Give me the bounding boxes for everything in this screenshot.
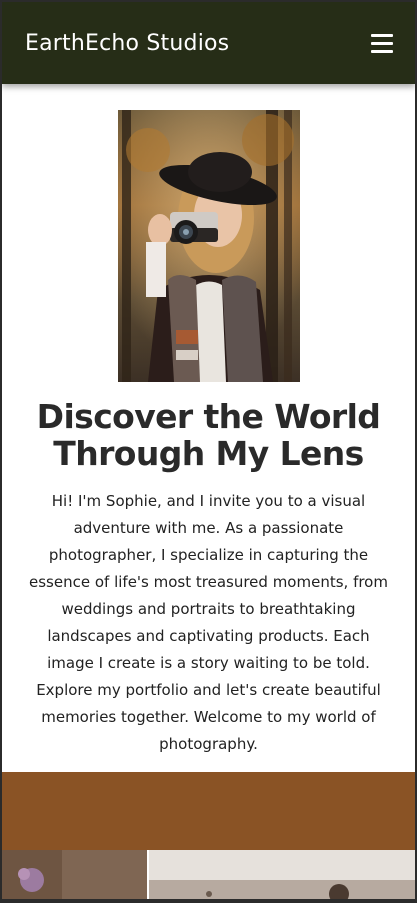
page: EarthEcho Studios Discover the World Thr…: [2, 2, 415, 899]
navbar: EarthEcho Studios: [2, 2, 415, 84]
hero-title: Discover the World Through My Lens: [36, 397, 381, 473]
brand-name[interactable]: EarthEcho Studios: [25, 31, 229, 56]
gallery-image-flowers[interactable]: [2, 850, 147, 899]
gallery-preview: [2, 850, 415, 899]
hamburger-menu-icon[interactable]: [371, 33, 393, 53]
hero-section: Discover the World Through My Lens Hi! I…: [2, 110, 415, 758]
section-divider-band: [2, 772, 415, 850]
photographer-photo: [117, 110, 300, 382]
gallery-image-field[interactable]: [149, 850, 415, 899]
intro-paragraph: Hi! I'm Sophie, and I invite you to a vi…: [29, 492, 388, 753]
hero-image: [117, 110, 300, 382]
